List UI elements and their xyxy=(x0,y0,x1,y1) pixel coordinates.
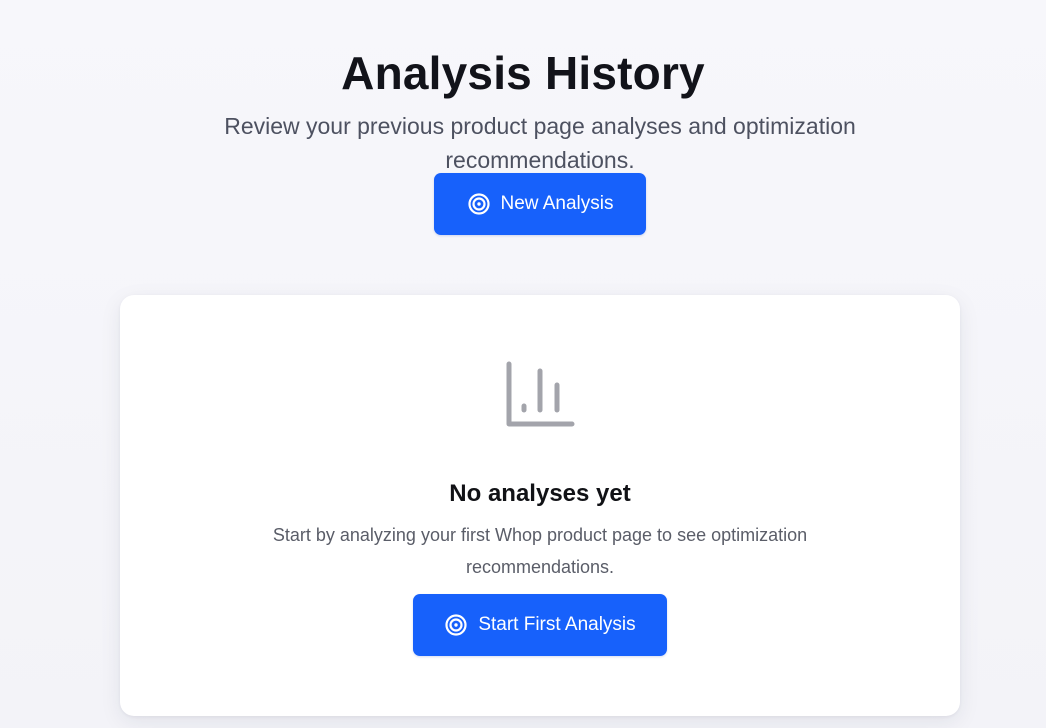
target-icon xyxy=(445,614,467,636)
empty-state-card: No analyses yet Start by analyzing your … xyxy=(120,295,960,716)
new-analysis-button[interactable]: New Analysis xyxy=(434,173,646,235)
start-first-analysis-label: Start First Analysis xyxy=(478,614,636,635)
new-analysis-label: New Analysis xyxy=(500,193,614,214)
target-icon xyxy=(467,193,490,215)
empty-state-description: Start by analyzing your first Whop produ… xyxy=(272,525,808,577)
empty-state-title: No analyses yet xyxy=(449,479,631,507)
bar-chart-icon xyxy=(506,361,575,427)
page-title: Analysis History xyxy=(341,46,705,99)
start-first-analysis-button[interactable]: Start First Analysis xyxy=(413,594,667,656)
page-subtitle: Review your previous product page analys… xyxy=(224,113,856,173)
